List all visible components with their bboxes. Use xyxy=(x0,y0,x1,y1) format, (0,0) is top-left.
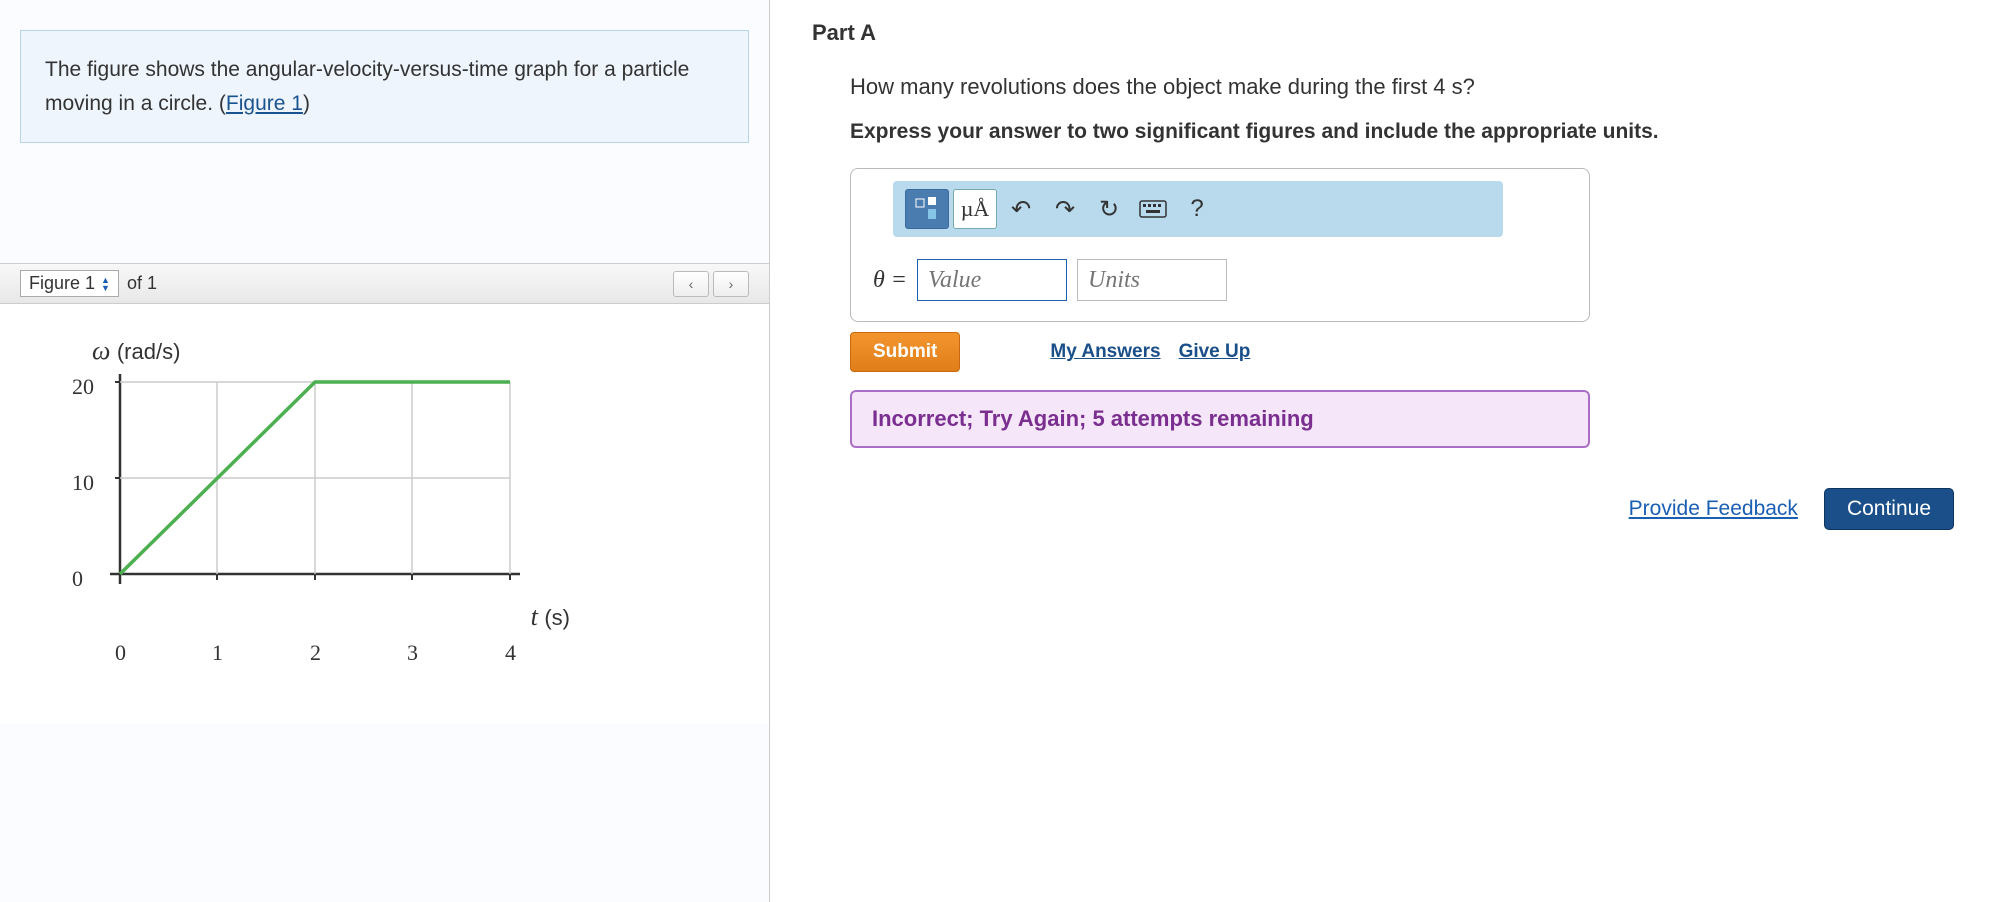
figure-area: ω (rad/s) t (s) 20 10 0 0 1 2 3 4 xyxy=(0,304,769,724)
chevron-right-icon: › xyxy=(729,276,734,292)
instruction-text: Express your answer to two significant f… xyxy=(850,120,1974,144)
figure-selector[interactable]: Figure 1 ▲▼ xyxy=(20,270,119,297)
figure-prev-button[interactable]: ‹ xyxy=(673,271,709,297)
redo-button[interactable]: ↷ xyxy=(1045,189,1085,229)
provide-feedback-link[interactable]: Provide Feedback xyxy=(1629,497,1798,521)
undo-button[interactable]: ↶ xyxy=(1001,189,1041,229)
y-tick: 0 xyxy=(72,566,83,592)
my-answers-link[interactable]: My Answers xyxy=(1050,341,1160,363)
x-axis-label: t (s) xyxy=(531,602,570,632)
figure-next-button[interactable]: › xyxy=(713,271,749,297)
x-tick: 2 xyxy=(310,640,321,666)
keyboard-button[interactable] xyxy=(1133,189,1173,229)
value-input[interactable] xyxy=(917,259,1067,301)
part-title: Part A xyxy=(812,20,1974,46)
help-button[interactable]: ? xyxy=(1177,189,1217,229)
x-tick: 4 xyxy=(505,640,516,666)
figure-toolbar: Figure 1 ▲▼ of 1 ‹ › xyxy=(0,263,769,304)
problem-text-post: ) xyxy=(303,92,310,115)
x-tick: 0 xyxy=(115,640,126,666)
help-label: ? xyxy=(1190,195,1203,223)
bottom-actions: Provide Feedback Continue xyxy=(800,488,1974,530)
answer-box: µÅ ↶ ↷ ↻ ? θ = xyxy=(850,168,1590,322)
redo-icon: ↷ xyxy=(1055,195,1075,224)
right-panel: Part A How many revolutions does the obj… xyxy=(770,0,2004,902)
reset-icon: ↻ xyxy=(1099,195,1119,224)
equation-toolbar: µÅ ↶ ↷ ↻ ? xyxy=(893,181,1503,237)
y-tick: 10 xyxy=(72,470,94,496)
plot-svg xyxy=(110,374,530,604)
template-button[interactable] xyxy=(905,189,949,229)
chevron-left-icon: ‹ xyxy=(689,276,694,292)
y-axis-label: ω (rad/s) xyxy=(92,336,180,366)
y-tick: 20 xyxy=(72,374,94,400)
units-input[interactable] xyxy=(1077,259,1227,301)
figure-selector-label: Figure 1 xyxy=(29,273,95,294)
figure-count: of 1 xyxy=(127,273,157,294)
fraction-icon xyxy=(914,197,940,221)
angular-velocity-chart: ω (rad/s) t (s) 20 10 0 0 1 2 3 4 xyxy=(60,344,560,684)
give-up-link[interactable]: Give Up xyxy=(1179,341,1251,363)
answer-input-row: θ = xyxy=(873,259,1577,301)
keyboard-icon xyxy=(1139,200,1167,218)
action-links: My Answers Give Up xyxy=(1050,341,1250,363)
continue-button[interactable]: Continue xyxy=(1824,488,1954,530)
x-tick: 3 xyxy=(407,640,418,666)
question-text: How many revolutions does the object mak… xyxy=(850,74,1974,100)
figure-nav: ‹ › xyxy=(673,271,749,297)
submit-button[interactable]: Submit xyxy=(850,332,960,372)
units-button[interactable]: µÅ xyxy=(953,189,997,229)
figure-link[interactable]: Figure 1 xyxy=(226,92,303,115)
submit-row: Submit My Answers Give Up xyxy=(850,332,1974,372)
problem-description: The figure shows the angular-velocity-ve… xyxy=(20,30,749,143)
feedback-message: Incorrect; Try Again; 5 attempts remaini… xyxy=(850,390,1590,448)
undo-icon: ↶ xyxy=(1011,195,1031,224)
units-label: µÅ xyxy=(961,196,990,222)
variable-symbol: θ = xyxy=(873,267,907,294)
problem-text-pre: The figure shows the angular-velocity-ve… xyxy=(45,58,689,115)
left-panel: The figure shows the angular-velocity-ve… xyxy=(0,0,770,902)
stepper-icon: ▲▼ xyxy=(101,276,110,292)
reset-button[interactable]: ↻ xyxy=(1089,189,1129,229)
x-tick: 1 xyxy=(212,640,223,666)
